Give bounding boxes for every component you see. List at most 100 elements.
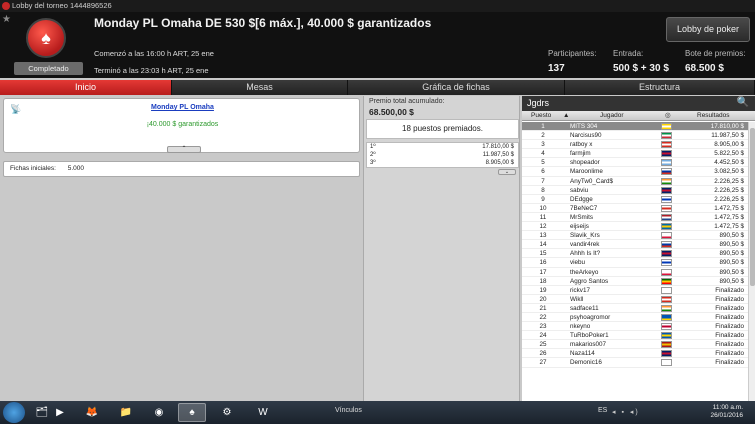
players-scrollbar[interactable] <box>748 122 755 406</box>
players-panel: Jgdrs 🔍 Puesto ▲ Jugador ◎ Resultados 1 M… <box>522 96 755 406</box>
player-row[interactable]: 15 Ahhh Is It? 890,50 $ <box>522 249 748 259</box>
tab-chip-graph[interactable]: Gráfica de fichas <box>348 80 565 95</box>
country-flag-icon <box>661 159 672 167</box>
country-flag-icon <box>661 186 672 194</box>
player-row[interactable]: 8 sabviu 2.226,25 $ <box>522 186 748 195</box>
player-result: 890,50 $ <box>719 268 744 276</box>
player-row[interactable]: 1 MITS 304 17.810,00 $ <box>522 122 748 132</box>
payout-amount: 17.810,00 $ <box>482 144 514 150</box>
player-result: Finalizado <box>715 286 744 294</box>
player-position: 26 <box>539 350 547 358</box>
player-name: farmjim <box>570 150 591 158</box>
expand-payouts-icon[interactable]: ⌄ <box>498 169 516 175</box>
player-row[interactable]: 9 DEdgge 2.226,25 $ <box>522 195 748 204</box>
player-row[interactable]: 16 viebu 890,50 $ <box>522 258 748 268</box>
word-icon[interactable]: W <box>249 403 277 422</box>
player-result: Finalizado <box>715 313 744 321</box>
clock[interactable]: 11:00 a.m. 26/01/2016 <box>710 404 743 420</box>
player-row[interactable]: 20 Wikll Finalizado <box>522 295 748 304</box>
player-row[interactable]: 6 Maroonlime 3.082,50 $ <box>522 167 748 177</box>
player-row[interactable]: 2 Narcisus90 11.987,50 $ <box>522 131 748 141</box>
guarantee-text: ¡40.000 $ garantizados <box>146 121 219 128</box>
search-icon[interactable]: 🔍 <box>737 98 749 108</box>
player-row[interactable]: 7 AnyTw0_Card$ 2.226,25 $ <box>522 177 748 186</box>
player-row[interactable]: 22 psyhoagromor Finalizado <box>522 313 748 323</box>
tab-mesas[interactable]: Mesas <box>172 80 348 95</box>
player-row[interactable]: 10 7BeNeC7 1.472,75 $ <box>522 204 748 213</box>
payout-place: 3º <box>370 160 376 166</box>
links-toolbar[interactable]: Vínculos <box>335 407 362 414</box>
player-row[interactable]: 13 Slavik_Krs 890,50 $ <box>522 231 748 241</box>
player-position: 21 <box>539 304 547 312</box>
player-position: 5 <box>541 159 545 167</box>
player-result: 890,50 $ <box>719 277 744 285</box>
country-flag-icon <box>661 195 672 203</box>
player-row[interactable]: 4 farmjim 5.822,50 $ <box>522 149 748 159</box>
col-player[interactable]: Jugador <box>600 111 624 121</box>
tray-icons[interactable]: ◂ ▪ ◂) <box>612 408 640 416</box>
player-position: 4 <box>541 150 545 158</box>
player-result: Finalizado <box>715 341 744 349</box>
player-row[interactable]: 27 Demonic16 Finalizado <box>522 358 748 368</box>
clock-date: 26/01/2016 <box>710 412 743 419</box>
player-row[interactable]: 3 ratboy x 8.905,00 $ <box>522 140 748 150</box>
pokerstars-taskbar-icon[interactable]: ♠ <box>178 403 206 422</box>
player-row[interactable]: 21 sadface11 Finalizado <box>522 304 748 313</box>
col-results[interactable]: Resultados <box>697 111 730 121</box>
player-row[interactable]: 23 nkeyno Finalizado <box>522 322 748 332</box>
country-flag-icon <box>661 295 672 303</box>
scrollbar-thumb[interactable] <box>750 128 755 286</box>
language-indicator[interactable]: ES <box>598 407 607 414</box>
folder-icon[interactable]: 📁 <box>112 403 140 422</box>
total-prize-label: Premio total acumulado: <box>369 98 445 105</box>
flag-column-icon[interactable]: ◎ <box>665 111 671 121</box>
player-result: 1.472,75 $ <box>714 223 744 231</box>
poker-lobby-button[interactable]: Lobby de poker <box>666 17 750 42</box>
player-position: 17 <box>539 268 547 276</box>
player-position: 13 <box>539 232 547 240</box>
country-flag-icon <box>661 259 672 267</box>
player-result: Finalizado <box>715 350 744 358</box>
windows-taskbar: 🗂 ▶ 🦊 📁 ◉ ♠ ⚙ W Vínculos ES ◂ ▪ ◂) 11:00… <box>0 401 755 424</box>
firefox-icon[interactable]: 🦊 <box>78 403 106 422</box>
player-row[interactable]: 17 theArkeyo 890,50 $ <box>522 268 748 277</box>
tab-estructura[interactable]: Estructura <box>565 80 755 95</box>
tab-inicio[interactable]: Inicio <box>0 80 172 95</box>
players-column-headers: Puesto ▲ Jugador ◎ Resultados <box>522 111 755 121</box>
player-position: 11 <box>539 213 547 221</box>
country-flag-icon <box>661 341 672 349</box>
player-row[interactable]: 14 vandir4rek 890,50 $ <box>522 240 748 250</box>
tournament-header: ★ ♠ Completado Monday PL Omaha DE 530 $[… <box>0 12 755 78</box>
player-result: Finalizado <box>715 323 744 331</box>
col-position[interactable]: Puesto <box>531 111 551 121</box>
country-flag-icon <box>661 286 672 294</box>
player-position: 3 <box>541 141 545 149</box>
player-row[interactable]: 12 eijseijs 1.472,75 $ <box>522 222 748 232</box>
player-name: viebu <box>570 259 586 267</box>
participants-value: 137 <box>548 63 565 74</box>
player-row[interactable]: 11 MrSmits 1.472,75 $ <box>522 213 748 223</box>
media-player-icon[interactable]: ▶ <box>46 403 74 422</box>
player-row[interactable]: 5 shopeador 4.452,50 $ <box>522 158 748 168</box>
player-result: 1.472,75 $ <box>714 213 744 221</box>
player-name: psyhoagromor <box>570 313 611 321</box>
player-position: 20 <box>539 295 547 303</box>
player-name: vandir4rek <box>570 241 600 249</box>
player-result: 2.226,25 $ <box>714 186 744 194</box>
tool-icon[interactable]: ⚙ <box>213 403 241 422</box>
chrome-icon[interactable]: ◉ <box>145 403 173 422</box>
player-row[interactable]: 19 rickv17 Finalizado <box>522 286 748 295</box>
country-flag-icon <box>661 223 672 231</box>
player-row[interactable]: 26 Naza114 Finalizado <box>522 349 748 359</box>
player-position: 22 <box>539 313 547 321</box>
tournament-name-link[interactable]: Monday PL Omaha <box>4 104 361 111</box>
collapse-toggle-icon[interactable]: ⌃ <box>167 146 201 153</box>
player-row[interactable]: 25 makarios007 Finalizado <box>522 340 748 350</box>
start-button[interactable] <box>3 402 25 423</box>
participants-label: Participantes: <box>548 49 597 58</box>
player-row[interactable]: 24 TuRboPoker1 Finalizado <box>522 331 748 341</box>
sort-arrow-icon[interactable]: ▲ <box>563 111 569 121</box>
player-name: ratboy x <box>570 141 593 149</box>
player-row[interactable]: 18 Aggro Santos 890,50 $ <box>522 277 748 286</box>
star-icon[interactable]: ★ <box>2 14 11 25</box>
